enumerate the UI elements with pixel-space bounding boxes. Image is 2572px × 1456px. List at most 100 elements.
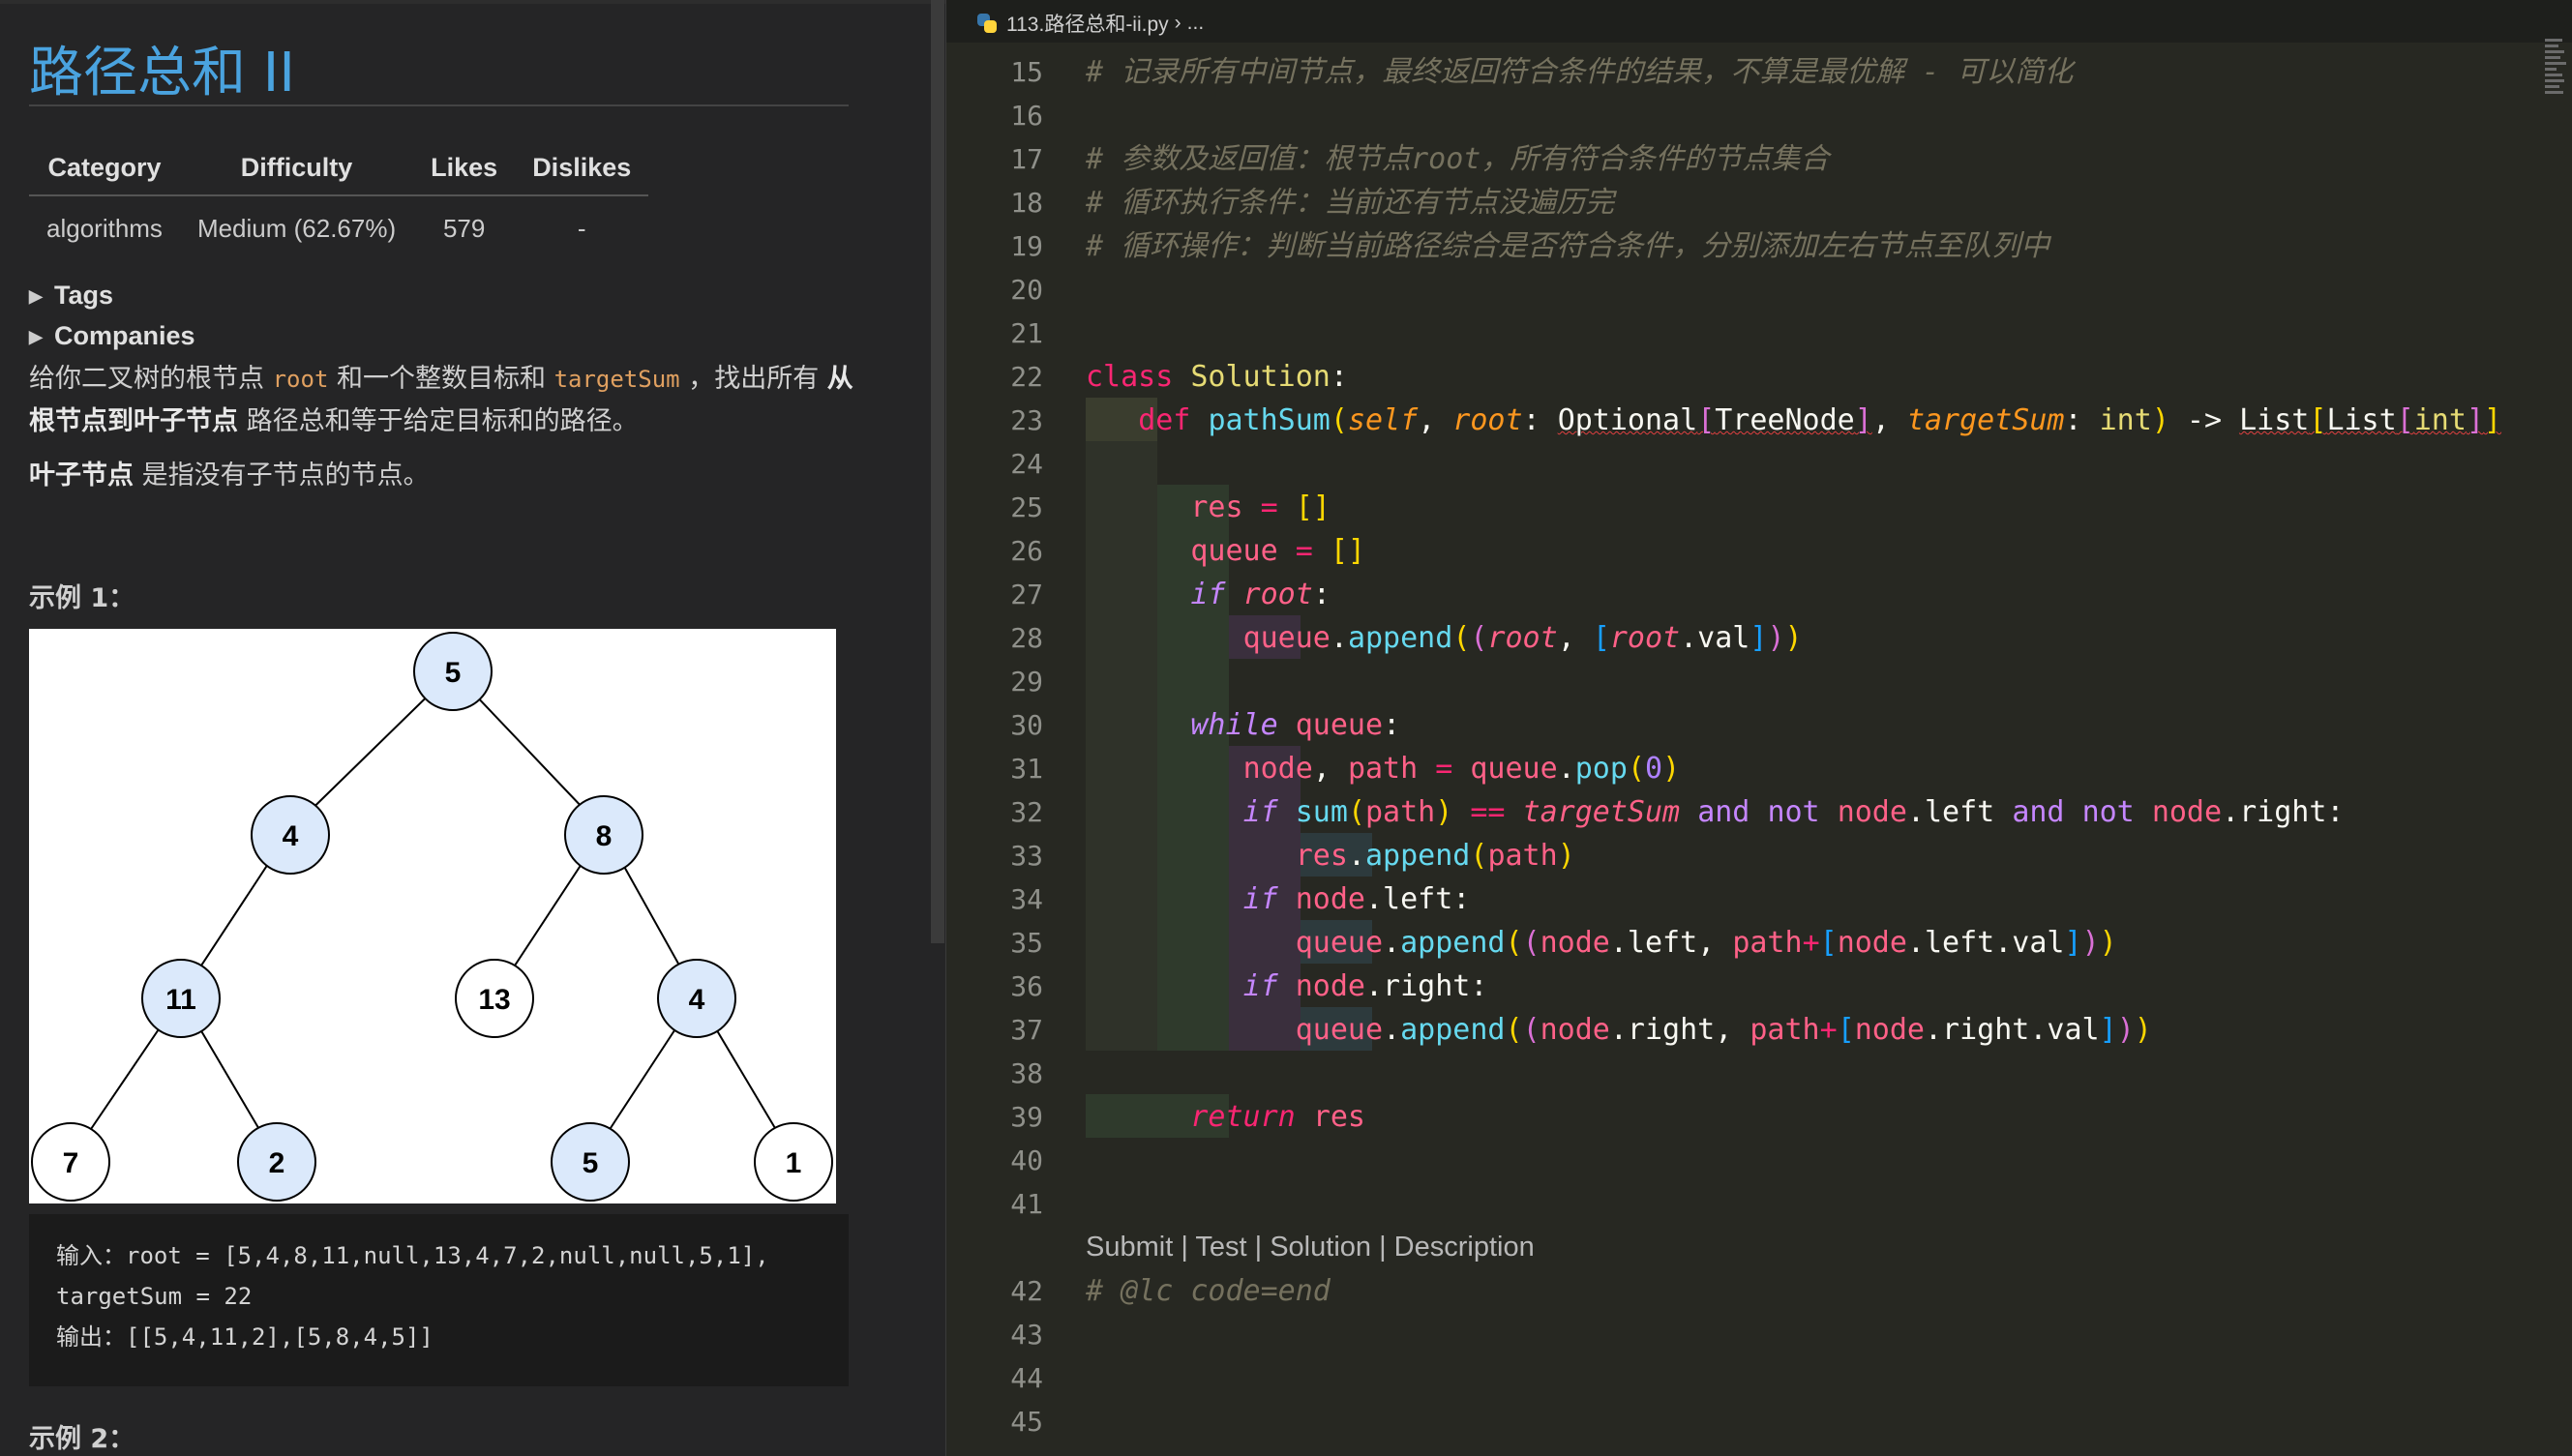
tree-node: 11 [141,959,221,1038]
line-number: 45 [1010,1406,1043,1438]
problem-title: 路径总和 II [29,42,295,104]
codelens-actions[interactable]: Submit | Test | Solution | Description [1086,1226,1535,1269]
binary-tree-diagram: 5 4 8 11 13 4 7 2 5 1 [31,632,833,1202]
line-number: 44 [1010,1362,1043,1394]
meta-category: algorithms [46,214,163,243]
line-number: 21 [1010,317,1043,349]
tree-node-label: 13 [478,984,510,1016]
meta-dislikes: - [577,214,586,243]
code-line[interactable]: node, path = queue.pop(0) [1086,747,1681,790]
code-line[interactable]: while queue: [1086,703,1400,747]
caret-right-icon: ▶ [29,327,43,347]
panel-scrollbar[interactable] [931,0,944,943]
io-input-line-2: targetSum = 22 [56,1283,253,1310]
tree-node: 13 [455,959,534,1038]
line-number: 33 [1010,840,1043,872]
code-line[interactable]: def pathSum(self, root: Optional[TreeNod… [1086,399,2501,442]
line-number: 19 [1010,230,1043,262]
companies-summary[interactable]: ▶ Companies [29,321,195,351]
python-file-icon [975,12,999,35]
breadcrumb-separator: › [1174,12,1181,34]
desc-text: 和一个整数目标和 [328,364,554,394]
editor-tab[interactable]: 113.路径总和-ii.py › ... [975,6,1204,41]
tree-node: 8 [564,795,643,875]
code-line[interactable]: return res [1086,1095,1365,1139]
problem-panel: 路径总和 II Category Difficulty Likes Dislik… [0,0,946,1456]
line-number: 28 [1010,622,1043,654]
line-number: 30 [1010,709,1043,741]
line-number: 41 [1010,1188,1043,1220]
tab-filename: 113.路径总和-ii.py [1006,14,1169,36]
line-number: 34 [1010,883,1043,915]
code-line[interactable]: queue.append((node.left, path+[node.left… [1086,921,2117,965]
code-line[interactable]: # 参数及返回值：根节点root，所有符合条件的节点集合 [1086,137,1829,181]
line-number: 27 [1010,579,1043,610]
editor-tab-bar: 113.路径总和-ii.py › ... [946,0,2572,43]
meta-difficulty: Medium (62.67%) [196,214,397,243]
tree-edges [70,670,794,1160]
line-number: 29 [1010,666,1043,698]
tree-node: 5 [551,1122,630,1202]
line-number: 23 [1010,404,1043,436]
tags-summary[interactable]: ▶ Tags [29,281,113,311]
line-number: 17 [1010,143,1043,175]
meta-header-category: Category [29,145,180,196]
line-number: 43 [1010,1319,1043,1351]
tree-node-label: 4 [689,984,705,1016]
line-number: 32 [1010,796,1043,828]
tree-node-label: 2 [269,1147,285,1179]
line-number: 26 [1010,535,1043,567]
meta-likes: 579 [442,214,486,243]
code-editor[interactable]: 113.路径总和-ii.py › ... 15 # 记录所有中间节点，最终返回符合… [946,0,2572,1456]
panel-top-border [0,0,946,4]
code-line[interactable]: if sum(path) == targetSum and not node.l… [1086,790,2345,834]
line-number: 20 [1010,274,1043,306]
code-targetsum: targetSum [553,366,680,393]
line-number: 36 [1010,970,1043,1002]
line-number: 25 [1010,491,1043,523]
line-number: 15 [1010,56,1043,88]
description-paragraph-1: 给你二叉树的根节点 root 和一个整数目标和 targetSum ，找出所有 … [29,358,861,442]
code-line[interactable]: res.append(path) [1086,834,1575,877]
code-line[interactable]: queue = [] [1086,529,1365,573]
example-2-label: 示例 2： [29,1424,135,1454]
code-line[interactable]: # @lc code=end [1086,1269,1331,1313]
meta-header-dislikes: Dislikes [515,145,649,196]
code-line[interactable]: if node.left: [1086,877,1471,921]
tree-node-label: 8 [596,820,613,852]
code-line[interactable]: queue.append((root, [root.val])) [1086,616,1803,660]
code-root: root [272,366,329,393]
desc-text: ，找出所有 [679,364,827,394]
code-line[interactable]: if root: [1086,573,1331,616]
code-line[interactable]: queue.append((node.right, path+[node.rig… [1086,1008,2152,1052]
meta-header-difficulty: Difficulty [179,145,414,196]
code-line[interactable]: res = [] [1086,486,1331,529]
line-number: 35 [1010,927,1043,959]
line-number: 42 [1010,1275,1043,1307]
breadcrumb-more[interactable]: ... [1187,12,1205,35]
tree-node: 5 [413,632,493,711]
tree-node-label: 5 [583,1147,599,1179]
line-number: 38 [1010,1057,1043,1089]
line-number: 18 [1010,187,1043,219]
code-line[interactable]: if node.right: [1086,965,1488,1008]
desc-text: 路径总和等于给定目标和的路径。 [238,406,639,436]
line-number: 39 [1010,1101,1043,1133]
line-number: 22 [1010,361,1043,393]
io-input-line-1: 输入：root = [5,4,8,11,null,13,4,7,2,null,n… [56,1242,769,1269]
code-line[interactable]: # 循环执行条件：当前还有节点没遍历完 [1086,181,1614,224]
tree-node-label: 7 [63,1147,79,1179]
line-number: 37 [1010,1014,1043,1046]
code-line[interactable]: # 记录所有中间节点，最终返回符合条件的结果，不算是最优解 - 可以简化 [1086,50,2073,94]
tree-node: 4 [657,959,736,1038]
line-number: 31 [1010,753,1043,785]
tree-node-label: 4 [283,820,299,852]
code-line[interactable]: class Solution: [1086,355,1348,399]
desc-text: 是指没有子节点的节点。 [134,461,430,490]
example-tree-image: 5 4 8 11 13 4 7 2 5 1 [29,629,836,1203]
companies-label: Companies [54,321,195,350]
line-number: 24 [1010,448,1043,480]
tree-node-label: 11 [165,984,196,1016]
code-line[interactable]: # 循环操作：判断当前路径综合是否符合条件，分别添加左右节点至队列中 [1086,224,2049,268]
io-output-line: 输出：[[5,4,11,2],[5,8,4,5]] [56,1323,434,1351]
